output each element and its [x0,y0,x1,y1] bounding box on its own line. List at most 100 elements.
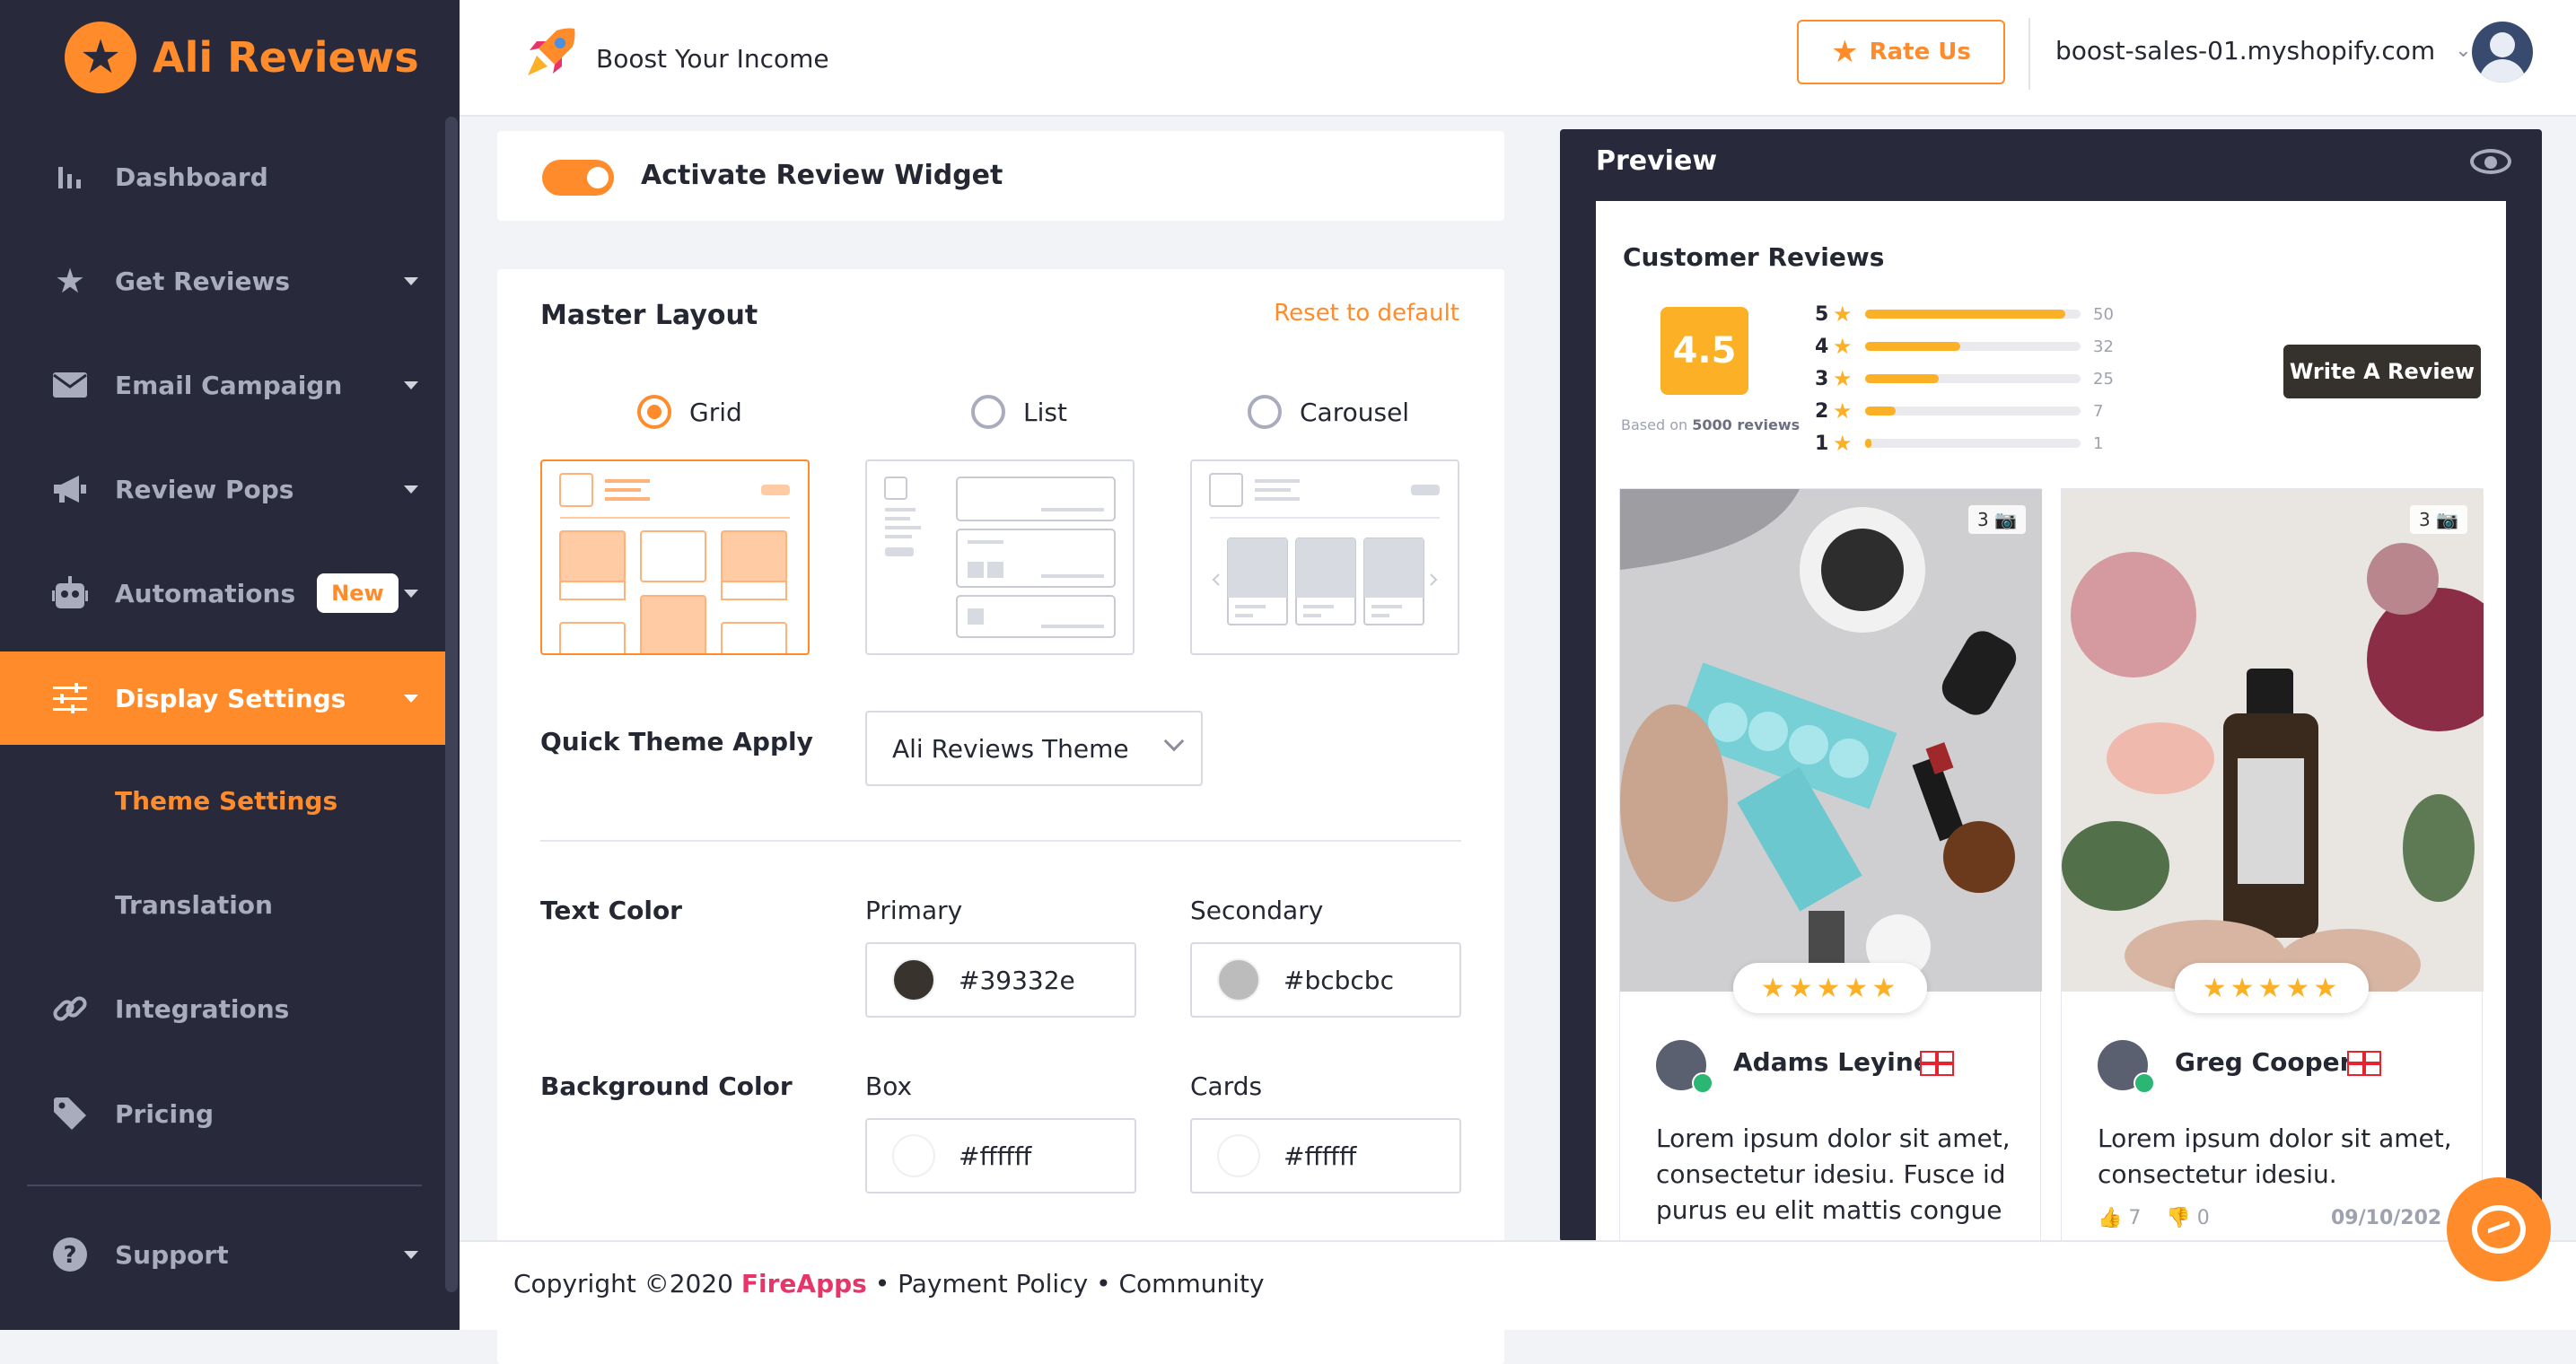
preview-title: Preview [1596,145,1718,177]
reset-default-link[interactable]: Reset to default [1274,300,1459,327]
rating-row: 3 ★ 25 [1815,363,2114,395]
app-logo[interactable]: ★ Ali Reviews [65,22,419,93]
preview-panel: Preview Customer Reviews 4.5 Based on 50… [1560,129,2542,1242]
rocket-icon [524,25,578,92]
cards-swatch[interactable] [1217,1134,1260,1177]
country-flag-icon [2347,1051,2381,1076]
rating-row: 4 ★ 32 [1815,330,2114,363]
carousel-layout-thumbnail[interactable] [1190,459,1459,655]
review-card[interactable]: 3 📷 ★★★★★ Greg Cooper Lorem ipsum dolor … [2061,488,2484,1242]
review-date: 09/10/202 [2331,1207,2442,1229]
sidebar-item-pricing[interactable]: Pricing [0,1067,445,1160]
list-layout-thumbnail[interactable] [865,459,1135,655]
rating-stars: 2 [1815,399,1829,423]
sidebar-item-dashboard[interactable]: Dashboard [0,130,445,223]
activate-widget-toggle[interactable] [542,160,614,196]
text-color-label: Text Color [540,896,682,925]
sidebar-item-label: Dashboard [115,162,268,192]
average-score: 4.5 [1660,307,1748,395]
rating-fill [1865,310,2066,319]
radio-carousel[interactable] [1248,395,1282,429]
radio-grid[interactable] [637,395,671,429]
chevron-down-icon: ⌄ [2455,39,2472,62]
rating-fill [1865,342,1960,351]
review-card[interactable]: 3 📷 ★★★★★ Adams Leyine Lorem ipsum dolor… [1619,488,2042,1242]
box-label: Box [865,1071,913,1101]
photo-count-badge: 3 📷 [1968,505,2026,534]
rating-count: 7 [2093,401,2104,421]
eye-icon[interactable] [2470,149,2511,174]
cards-color-input[interactable]: #ffffff [1190,1118,1461,1194]
box-color-input[interactable]: #ffffff [865,1118,1136,1194]
review-photo[interactable]: 3 📷 [2062,489,2484,992]
sidebar-subitem-translation[interactable]: Translation [115,890,273,920]
sidebar-item-label: Integrations [115,993,290,1024]
rate-us-button[interactable]: ★ Rate Us [1797,20,2005,84]
robot-icon [52,575,88,611]
footer-links[interactable]: • Payment Policy • Community [867,1269,1265,1298]
layout-option-label: Carousel [1300,397,1410,427]
store-selector[interactable]: boost-sales-01.myshopify.com ⌄ [2055,36,2472,66]
sidebar-item-integrations[interactable]: Integrations [0,962,445,1055]
thumbs-up-icon[interactable]: 👍 [2098,1207,2122,1229]
boost-label: Boost Your Income [596,43,829,74]
photo-count: 3 [2419,509,2431,530]
review-photo[interactable]: 3 📷 [1620,489,2042,992]
sidebar-item-automations[interactable]: Automations New [0,546,445,640]
based-on-text: Based on 5000 reviews [1621,416,1800,433]
messenger-icon [2472,1205,2526,1254]
activate-widget-label: Activate Review Widget [641,160,1003,191]
rating-stars: 4 [1815,335,1829,358]
logo-star-icon: ★ [65,22,136,93]
header-divider [2028,18,2030,90]
sidebar-scrollbar[interactable] [445,117,458,1292]
toggle-knob [587,167,609,188]
svg-text:?: ? [63,1242,76,1269]
primary-swatch[interactable] [892,958,935,1001]
user-avatar[interactable] [2472,22,2533,83]
box-swatch[interactable] [892,1134,935,1177]
thumbs-down-icon[interactable]: 👎 [2166,1207,2190,1229]
rating-track [1865,310,2081,319]
rating-row: 1 ★ 1 [1815,427,2114,459]
star-icon: ★ [1831,34,1859,70]
sidebar-item-review-pops[interactable]: Review Pops [0,442,445,536]
grid-layout-thumbnail[interactable] [540,459,810,660]
chevron-down-icon [1163,730,1185,752]
chat-messenger-button[interactable] [2447,1177,2551,1281]
quick-theme-label: Quick Theme Apply [540,727,813,756]
avatar-body [2479,59,2526,83]
radio-list[interactable] [971,395,1005,429]
sidebar-item-support[interactable]: ? Support [0,1208,445,1301]
quick-theme-select[interactable]: Ali Reviews Theme [865,711,1203,786]
sidebar-item-email-campaign[interactable]: Email Campaign [0,338,445,432]
layout-option-grid[interactable]: Grid [637,395,742,429]
rating-track [1865,342,2081,351]
sidebar-item-label: Display Settings [115,683,346,713]
write-review-button[interactable]: Write A Review [2283,345,2481,398]
reviewer-name: Greg Cooper [2175,1047,2353,1077]
master-layout-card: Master Layout Reset to default Grid List… [497,269,1504,1364]
rate-us-label: Rate Us [1869,39,1971,66]
boost-income-link[interactable]: Boost Your Income [524,25,829,92]
sidebar-item-label: Email Campaign [115,370,343,400]
sidebar-subitem-theme-settings[interactable]: Theme Settings [115,786,337,816]
primary-color-input[interactable]: #39332e [865,942,1136,1018]
sidebar: ★ Ali Reviews Dashboard ★ Get Reviews Em… [0,0,460,1330]
cards-label: Cards [1190,1071,1263,1101]
layout-option-carousel[interactable]: Carousel [1248,395,1409,429]
sidebar-item-display-settings[interactable]: Display Settings [0,651,445,745]
sidebar-item-get-reviews[interactable]: ★ Get Reviews [0,234,445,328]
tag-icon [52,1096,88,1132]
rating-count: 25 [2093,369,2114,389]
rating-fill [1865,439,1872,448]
secondary-swatch[interactable] [1217,958,1260,1001]
based-prefix: Based on [1621,416,1688,433]
sidebar-item-label: Review Pops [115,474,294,504]
based-count: 5000 reviews [1692,416,1801,433]
secondary-color-input[interactable]: #bcbcbc [1190,942,1461,1018]
fireapps-link[interactable]: FireApps [741,1269,867,1298]
rating-row: 5 ★ 50 [1815,298,2114,330]
layout-option-list[interactable]: List [971,395,1067,429]
star-icon: ★ [1833,334,1853,359]
